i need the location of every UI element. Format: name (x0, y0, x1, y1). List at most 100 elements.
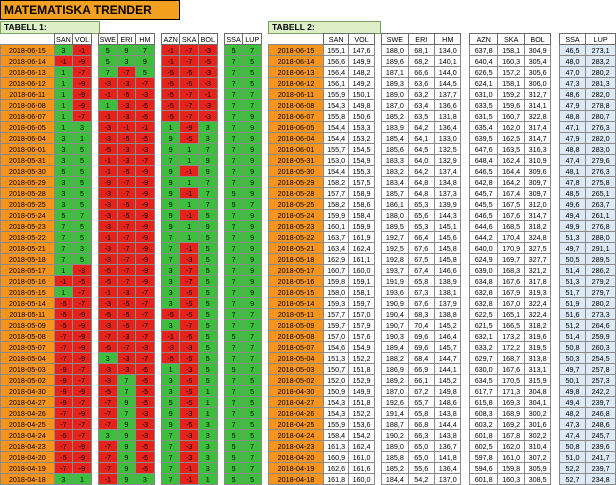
column-spacer (91, 143, 99, 155)
trend-cell: -3 (116, 286, 137, 298)
column-spacer (460, 297, 470, 309)
column-spacer (374, 275, 382, 287)
trend-cell: 5 (242, 55, 262, 67)
trend-cell: -9 (135, 264, 155, 276)
price-cell: 48,6 (558, 88, 587, 100)
trend-cell: 5 (198, 264, 218, 276)
trend-cell: -3 (116, 363, 137, 375)
column-header-vol: VOL (348, 33, 375, 45)
price-cell: 137,7 (434, 88, 462, 100)
trend-cell: 7 (223, 396, 244, 408)
price-cell: 314,7 (523, 132, 552, 144)
trend-cell: -5 (135, 110, 155, 122)
column-spacer (217, 253, 225, 265)
price-cell: 304,9 (523, 44, 552, 56)
trend-cell: 3 (53, 44, 74, 56)
price-cell: 624,9 (468, 253, 499, 265)
column-spacer (154, 385, 162, 397)
price-cell: 160,0 (348, 473, 375, 485)
price-cell: 158,1 (348, 286, 375, 298)
trend-cell: -9 (72, 88, 92, 100)
column-spacer (460, 143, 470, 155)
column-spacer (460, 275, 470, 287)
price-cell: 159,3 (322, 297, 350, 309)
trend-cell: -5 (179, 418, 200, 430)
trend-cell: 9 (198, 165, 218, 177)
trend-cell: 7 (223, 209, 244, 221)
trend-cell: 9 (116, 418, 137, 430)
trend-cell: 3 (198, 462, 218, 474)
trend-cell: -5 (135, 440, 155, 452)
price-cell: 50,5 (558, 253, 587, 265)
column-spacer (154, 352, 162, 364)
column-spacer (460, 253, 470, 265)
price-cell: 242,2 (585, 385, 616, 397)
column-spacer (550, 341, 560, 353)
trend-cell: 5 (198, 253, 218, 265)
trend-cell: 5 (242, 473, 262, 485)
trend-cell: 1 (53, 88, 74, 100)
column-spacer (217, 77, 225, 89)
trend-cell: -7 (179, 88, 200, 100)
price-cell: 157,0 (348, 308, 375, 320)
price-cell: 64,0 (407, 154, 436, 166)
column-spacer (217, 88, 225, 100)
column-spacer (550, 99, 560, 111)
column-spacer (550, 352, 560, 364)
trend-cell: -1 (97, 473, 118, 485)
table-row: 2018-05-31 3 5 -1 -3 -7 7 1 9 7 9 (0, 154, 262, 166)
column-spacer (550, 220, 560, 232)
price-cell: 309,7 (523, 176, 552, 188)
price-cell: 156,1 (322, 77, 350, 89)
column-spacer (91, 132, 99, 144)
price-cell: 634,5 (468, 374, 499, 386)
table-row: 2018-04-23 161,3 162,4 189,0 65,0 136,7 602,5 1… (268, 440, 616, 452)
trend-cell: -5 (179, 297, 200, 309)
trend-cell: 3 (160, 275, 181, 287)
trend-cell: 3 (53, 176, 74, 188)
column-spacer (217, 275, 225, 287)
table-row: 2018-05-31 153,0 154,9 183,3 64,0 132,9 648,4 1… (268, 154, 616, 166)
trend-cell: 9 (116, 44, 137, 56)
column-spacer (154, 418, 162, 430)
trend-cell: -5 (160, 308, 181, 320)
row-date: 2018-06-04 (268, 132, 324, 144)
trend-cell: 1 (160, 121, 181, 133)
row-date: 2018-05-24 (268, 209, 324, 221)
column-spacer (154, 209, 162, 221)
trend-cell: -5 (116, 209, 137, 221)
price-cell: 279,6 (585, 154, 616, 166)
trend-cell: 1 (53, 286, 74, 298)
price-cell: 160,1 (322, 220, 350, 232)
column-header-ssa: SSA (558, 33, 587, 45)
column-spacer (374, 451, 382, 463)
price-cell: 154,4 (322, 132, 350, 144)
column-spacer (374, 440, 382, 452)
price-cell: 188,0 (381, 209, 409, 221)
price-cell: 316,3 (523, 143, 552, 155)
trend-cell: -7 (116, 253, 137, 265)
price-cell: 137,4 (434, 165, 462, 177)
trend-cell: -5 (53, 297, 74, 309)
trend-cell: -5 (72, 275, 92, 287)
price-cell: 166,5 (497, 319, 525, 331)
price-cell: 48,8 (558, 110, 587, 122)
price-cell: 169,3 (497, 396, 525, 408)
price-cell: 191,4 (381, 407, 409, 419)
price-cell: 137,0 (434, 473, 462, 485)
column-spacer (217, 209, 225, 221)
column-spacer (460, 44, 470, 56)
trend-cell: 3 (198, 418, 218, 430)
price-cell: 153,2 (348, 132, 375, 144)
price-cell: 629,7 (468, 352, 499, 364)
trend-cell: -5 (179, 66, 200, 78)
trend-cell: -9 (53, 385, 74, 397)
trend-cell: -5 (179, 77, 200, 89)
column-spacer (154, 198, 162, 210)
row-date: 2018-05-04 (268, 352, 324, 364)
column-spacer (550, 209, 560, 221)
column-header-hm: HM (434, 33, 462, 45)
column-spacer (91, 88, 99, 100)
trend-cell: 1 (179, 231, 200, 243)
price-cell: 185,2 (381, 110, 409, 122)
